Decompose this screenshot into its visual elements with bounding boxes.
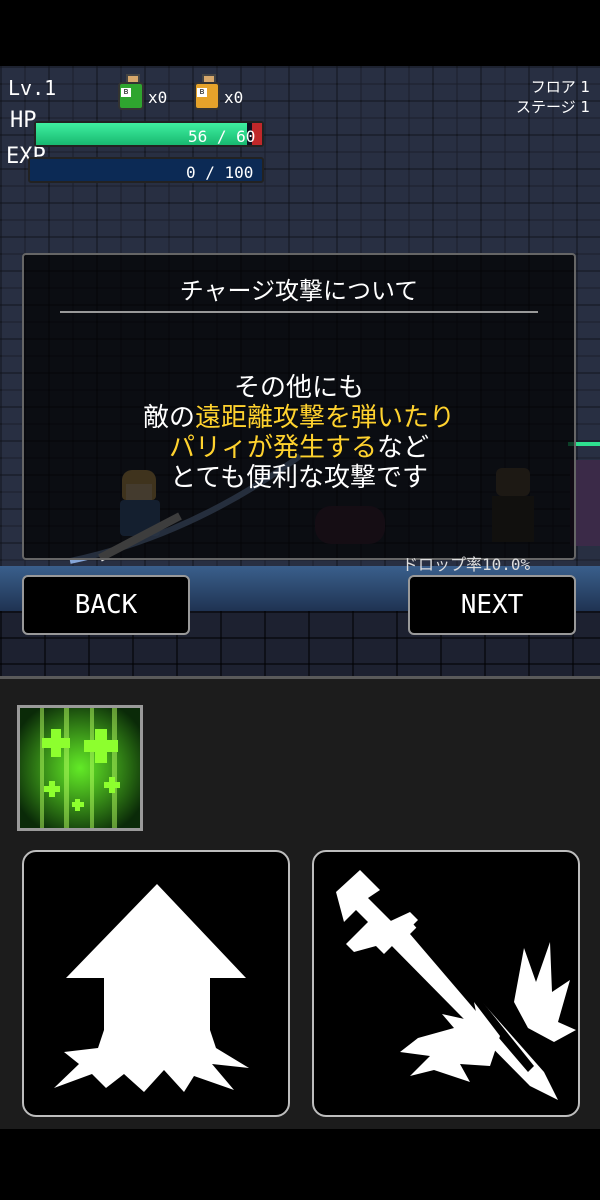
top-black-bar (0, 0, 600, 66)
highlight-text: 遠距離攻撃を弾いたり (195, 403, 456, 433)
jump-arrow-icon (54, 884, 249, 1092)
sword-charge-icon (336, 870, 576, 1100)
bottom-black-bar (0, 1130, 600, 1200)
dialog-title: チャージ攻撃について (179, 277, 419, 305)
attack-button[interactable] (312, 850, 580, 1117)
dialog-line: パリィが発生するなど (168, 433, 430, 463)
green-potion-icon[interactable]: B (118, 74, 144, 110)
dialog-line: 敵の遠距離攻撃を弾いたり (142, 403, 456, 433)
jump-button[interactable] (22, 850, 290, 1117)
heal-skill-icon[interactable] (17, 705, 143, 831)
exp-value: 0 / 100 (186, 163, 254, 182)
tutorial-dialog: チャージ攻撃について その他にも 敵の遠距離攻撃を弾いたり パリィが発生するなど… (22, 253, 576, 560)
stage-indicator: ステージ 1 (515, 98, 590, 116)
dialog-line: その他にも (233, 373, 364, 403)
floor-indicator: フロア 1 (530, 78, 590, 96)
drop-rate: ドロップ率10.0% (402, 555, 531, 574)
next-button[interactable]: NEXT (408, 575, 576, 635)
hp-label: HP (10, 108, 37, 133)
dialog-line: とても便利な攻撃です (170, 463, 428, 493)
orange-potion-count: x0 (224, 88, 244, 107)
dialog-divider (60, 311, 538, 313)
level-indicator: Lv.1 (8, 76, 57, 100)
back-button[interactable]: BACK (22, 575, 190, 635)
green-potion-count: x0 (148, 88, 168, 107)
highlight-text: パリィが発生する (168, 433, 377, 463)
dialog-body: その他にも 敵の遠距離攻撃を弾いたり パリィが発生するなど とても便利な攻撃です (24, 373, 574, 493)
orange-potion-icon[interactable]: B (194, 74, 220, 110)
hp-value: 56 / 60 (188, 127, 256, 146)
